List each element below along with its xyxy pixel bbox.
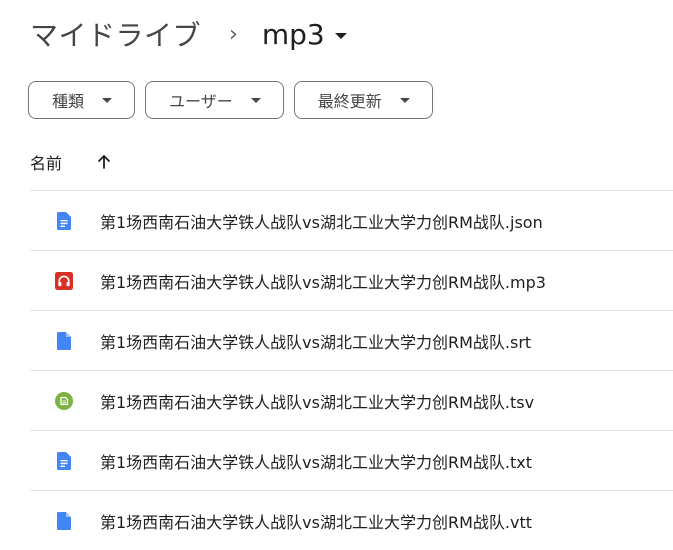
file-name: 第1场西南石油大学铁人战队vs湖北工业大学力创RM战队.json: [100, 212, 543, 232]
name-column-header[interactable]: 名前: [30, 150, 62, 174]
green-file-icon: [54, 391, 74, 411]
filter-modified-label: 最終更新: [317, 92, 382, 111]
caret-down-icon: [334, 33, 347, 39]
file-name: 第1场西南石油大学铁人战队vs湖北工业大学力创RM战队.mp3: [100, 272, 546, 292]
file-row[interactable]: 第1场西南石油大学铁人战队vs湖北工业大学力创RM战队.srt: [30, 310, 673, 370]
audio-file-icon: [54, 271, 74, 291]
breadcrumb-my-drive[interactable]: マイドライブ: [30, 14, 207, 54]
file-name: 第1场西南石油大学铁人战队vs湖北工业大学力创RM战队.srt: [100, 332, 532, 352]
file-icon: [54, 331, 74, 351]
file-row[interactable]: 第1场西南石油大学铁人战队vs湖北工业大学力创RM战队.mp3: [30, 250, 673, 310]
file-list: 第1场西南石油大学铁人战队vs湖北工业大学力创RM战队.json 第1场西南石油…: [30, 190, 673, 550]
file-name: 第1场西南石油大学铁人战队vs湖北工业大学力创RM战队.vtt: [100, 512, 533, 532]
google-docs-icon: [54, 451, 74, 471]
file-name: 第1场西南石油大学铁人战队vs湖北工业大学力创RM战队.txt: [100, 452, 533, 472]
folder-menu-button[interactable]: mp3: [262, 18, 347, 51]
filter-type-chip[interactable]: 種類: [28, 81, 136, 119]
file-icon: [54, 511, 74, 531]
file-row[interactable]: 第1场西南石油大学铁人战队vs湖北工业大学力创RM战队.json: [30, 190, 673, 250]
arrow-up-icon[interactable]: [92, 150, 116, 174]
filter-people-chip[interactable]: ユーザー: [145, 81, 284, 119]
file-name: 第1场西南石油大学铁人战队vs湖北工业大学力创RM战队.tsv: [100, 392, 535, 412]
file-row[interactable]: 第1场西南石油大学铁人战队vs湖北工业大学力创RM战队.vtt: [30, 490, 673, 550]
breadcrumb-separator: ›: [229, 21, 238, 47]
filter-type-label: 種類: [52, 92, 85, 111]
filter-modified-chip[interactable]: 最終更新: [293, 81, 433, 119]
file-row[interactable]: 第1场西南石油大学铁人战队vs湖北工业大学力创RM战队.tsv: [30, 370, 673, 430]
caret-down-icon: [102, 97, 113, 103]
caret-down-icon: [399, 97, 410, 103]
google-docs-icon: [54, 211, 74, 231]
caret-down-icon: [250, 97, 261, 103]
filter-bar: 種類 ユーザー 最終更新: [28, 81, 433, 119]
current-folder-title: mp3: [261, 17, 325, 51]
file-row[interactable]: 第1场西南石油大学铁人战队vs湖北工业大学力创RM战队.txt: [30, 430, 673, 490]
breadcrumb: マイドライブ › mp3: [30, 12, 347, 56]
filter-people-label: ユーザー: [169, 92, 233, 111]
column-header: 名前: [30, 150, 116, 174]
